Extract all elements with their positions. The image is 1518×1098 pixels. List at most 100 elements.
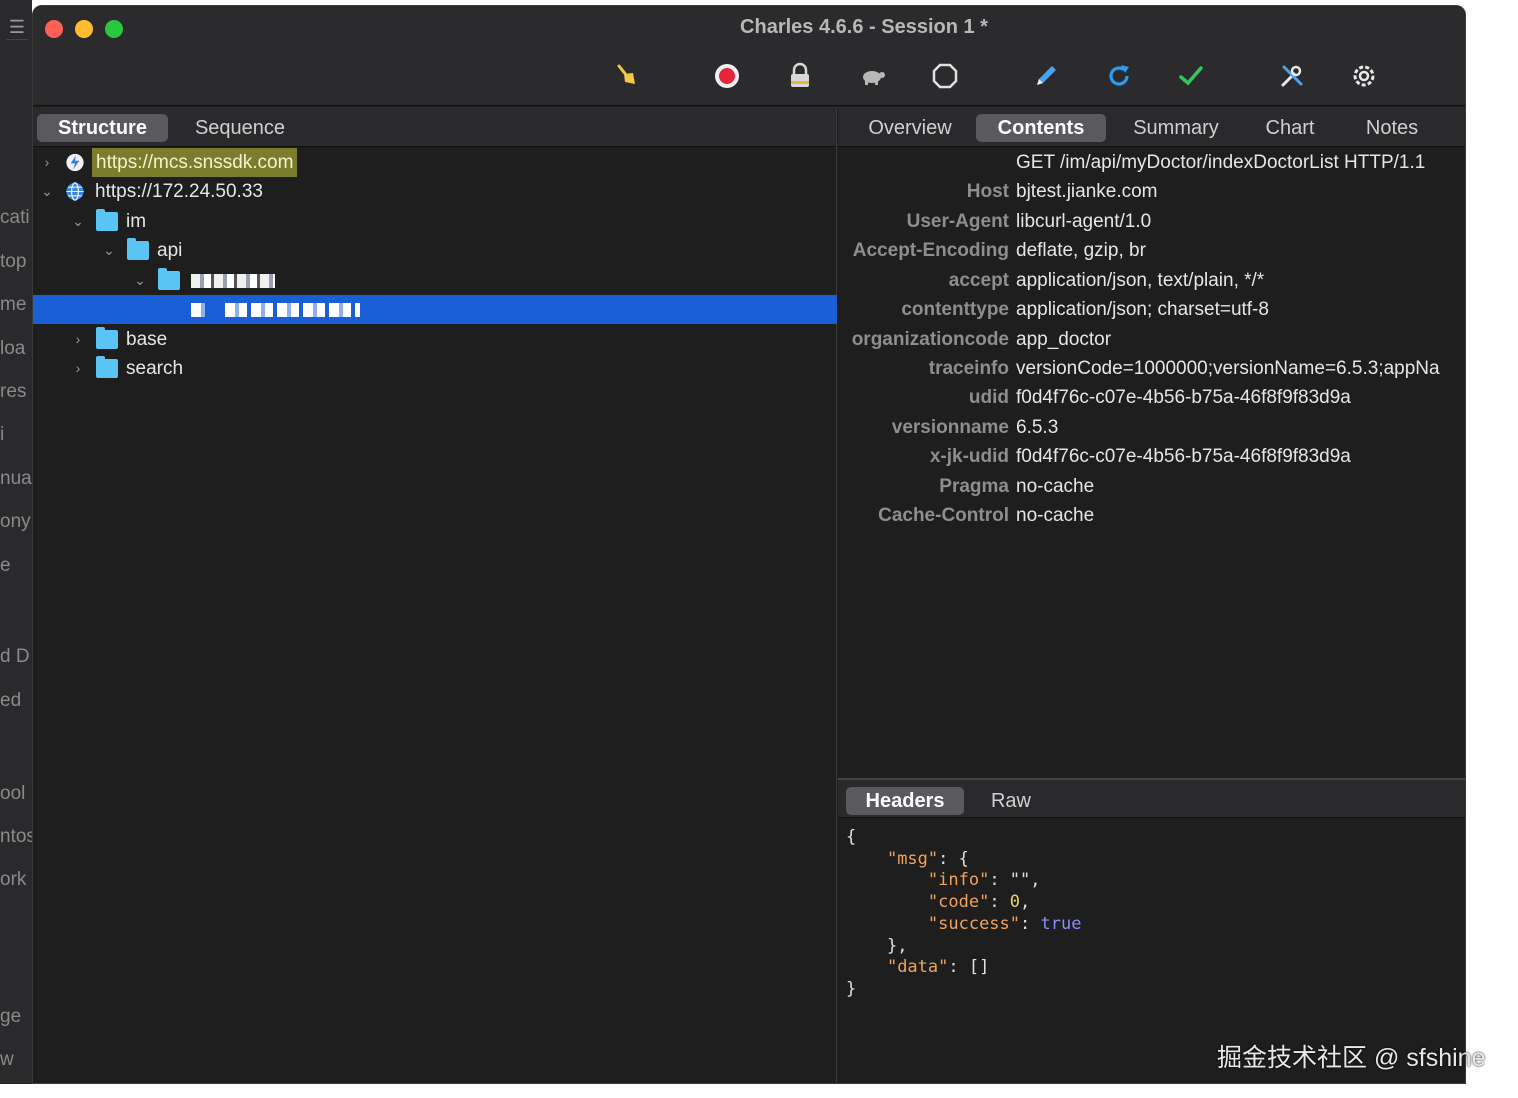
background-text: ony — [0, 511, 31, 532]
chevron-down-icon[interactable]: ⌄ — [101, 236, 117, 265]
header-key: versionname — [891, 417, 1009, 438]
chevron-down-icon[interactable]: ⌄ — [132, 266, 148, 295]
tab-overview[interactable]: Overview — [856, 114, 964, 142]
tree-folder-row[interactable]: › search — [33, 354, 837, 383]
header-value: deflate, gzip, br — [1016, 240, 1146, 261]
view-mode-tabs: Structure Sequence — [33, 107, 836, 147]
header-row: organizationcode app_doctor — [838, 325, 1465, 354]
tree-folder-row[interactable]: ⌄ im — [33, 207, 837, 236]
header-row: versionname 6.5.3 — [838, 413, 1465, 442]
header-row: contenttype application/json; charset=utf… — [838, 295, 1465, 324]
chevron-right-icon[interactable]: › — [70, 325, 86, 354]
record-icon[interactable] — [711, 60, 743, 92]
chevron-down-icon[interactable]: ⌄ — [39, 177, 55, 206]
header-value: no-cache — [1016, 505, 1095, 526]
tab-raw[interactable]: Raw — [978, 787, 1044, 815]
json-number: 0 — [1009, 892, 1021, 913]
header-row: x-jk-udid f0d4f76c-c07e-4b56-b75a-46f8f9f… — [838, 442, 1465, 471]
tree-request-row-selected[interactable] — [33, 295, 837, 324]
watermark: 掘金技术社区 @ sfshine — [1217, 1044, 1486, 1072]
header-row: udid f0d4f76c-c07e-4b56-b75a-46f8f9f83d9a — [838, 383, 1465, 412]
header-key: traceinfo — [928, 358, 1009, 379]
header-value: f0d4f76c-c07e-4b56-b75a-46f8f9f83d9a — [1016, 387, 1351, 408]
tree-folder-row[interactable]: ⌄ — [33, 266, 837, 295]
header-key: udid — [968, 387, 1009, 408]
header-row: Cache-Control no-cache — [838, 501, 1465, 530]
tree-folder-row[interactable]: ⌄ api — [33, 236, 837, 265]
request-file-icon — [191, 303, 205, 317]
json-text: { — [846, 827, 857, 847]
request-line-row: GET /im/api/myDoctor/indexDoctorList HTT… — [838, 148, 1465, 177]
tab-contents[interactable]: Contents — [976, 114, 1106, 142]
header-row: Accept-Encoding deflate, gzip, br — [838, 236, 1465, 265]
chevron-right-icon[interactable]: › — [39, 148, 55, 177]
screenshot-stage: ☰ cati top me loa res i nua ony e d D ed… — [0, 0, 1518, 1098]
tools-icon[interactable] — [1276, 60, 1308, 92]
header-key: Cache-Control — [878, 505, 1009, 526]
background-text: cati — [0, 207, 30, 228]
tab-summary[interactable]: Summary — [1120, 114, 1232, 142]
background-text: nua — [0, 468, 32, 489]
charles-window: Charles 4.6.6 - Session 1 * Structure Se… — [32, 5, 1466, 1084]
background-text: d D — [0, 646, 30, 667]
tab-notes[interactable]: Notes — [1352, 114, 1432, 142]
pixelated-folder-name — [191, 274, 275, 288]
header-key: Host — [966, 181, 1009, 202]
background-text: ed — [0, 690, 22, 711]
json-text: } — [846, 978, 857, 999]
tab-headers[interactable]: Headers — [846, 787, 964, 815]
ssl-lock-icon[interactable] — [784, 60, 816, 92]
broom-icon[interactable] — [611, 60, 643, 92]
chevron-right-icon[interactable]: › — [70, 354, 86, 383]
folder-icon — [158, 268, 180, 290]
window-title: Charles 4.6.6 - Session 1 * — [740, 16, 988, 38]
background-text: ge — [0, 1006, 22, 1027]
request-line: GET /im/api/myDoctor/indexDoctorList HTT… — [1016, 152, 1426, 173]
header-value: app_doctor — [1016, 329, 1112, 350]
header-key: User-Agent — [906, 211, 1009, 232]
tab-structure[interactable]: Structure — [37, 114, 168, 142]
json-value: : "", — [989, 870, 1041, 891]
header-row: Pragma no-cache — [838, 472, 1465, 501]
compose-pen-icon[interactable] — [1030, 60, 1062, 92]
stop-breakpoints-icon[interactable] — [929, 60, 961, 92]
background-text: ork — [0, 869, 27, 890]
structure-pane: Structure Sequence › https://mcs.snssdk.… — [33, 107, 837, 1083]
lightning-host-icon — [66, 153, 84, 172]
tree-item-label: base — [126, 329, 168, 350]
background-window-strip: ☰ cati top me loa res i nua ony e d D ed… — [0, 0, 32, 1084]
tab-chart[interactable]: Chart — [1252, 114, 1328, 142]
turtle-throttle-icon[interactable] — [857, 60, 889, 92]
tree-host-row[interactable]: ⌄ https://172.24.50.33 — [33, 177, 837, 206]
json-boolean: true — [1040, 913, 1082, 934]
background-text: me — [0, 294, 27, 315]
tree-item-label: search — [126, 358, 184, 379]
header-value: application/json; charset=utf-8 — [1016, 299, 1269, 320]
background-menu-icon: ☰ — [6, 14, 28, 40]
chevron-down-icon[interactable]: ⌄ — [70, 207, 86, 236]
header-key: accept — [948, 270, 1009, 291]
json-key: "data" — [886, 957, 949, 978]
background-text: e — [0, 555, 11, 576]
tab-sequence[interactable]: Sequence — [179, 114, 301, 142]
tree-item-label: https://172.24.50.33 — [95, 181, 263, 202]
background-text: res — [0, 381, 27, 402]
detail-tabs: Overview Contents Summary Chart Notes — [838, 107, 1465, 147]
tree-folder-row[interactable]: › base — [33, 325, 837, 354]
validate-check-icon[interactable] — [1175, 60, 1207, 92]
background-text: loa — [0, 338, 26, 359]
json-key: "msg" — [886, 848, 939, 869]
background-text: i — [0, 424, 5, 445]
json-key: "code" — [927, 892, 990, 913]
header-value: versionCode=1000000;versionName=6.5.3;ap… — [1016, 358, 1440, 379]
header-row: traceinfo versionCode=1000000;versionName… — [838, 354, 1465, 383]
header-row: Host bjtest.jianke.com — [838, 177, 1465, 206]
background-text: top — [0, 251, 27, 272]
background-text: ool — [0, 783, 26, 804]
tree-item-label: api — [157, 240, 183, 261]
tree-host-row[interactable]: › https://mcs.snssdk.com — [33, 148, 837, 177]
response-json-body: { "msg": { "info": "", "code": 0, "succe… — [846, 827, 1082, 999]
header-value: no-cache — [1016, 476, 1095, 497]
repeat-icon[interactable] — [1103, 60, 1135, 92]
settings-gear-icon[interactable] — [1348, 60, 1380, 92]
